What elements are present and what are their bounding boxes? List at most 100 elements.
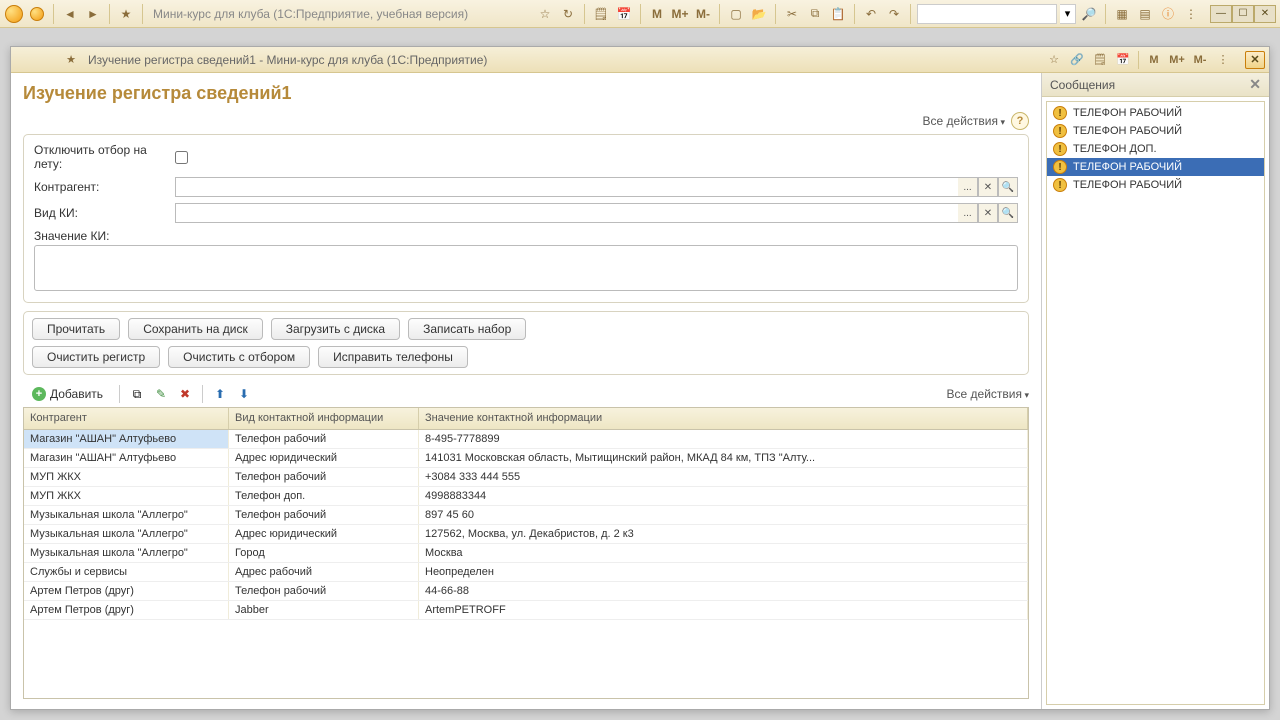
cut-icon[interactable]: ✂ bbox=[782, 4, 802, 24]
m-button[interactable]: M bbox=[647, 4, 667, 24]
windows-icon[interactable]: ▦ bbox=[1112, 4, 1132, 24]
cell: Телефон доп. bbox=[229, 487, 419, 505]
close-messages-icon[interactable]: ✕ bbox=[1249, 76, 1261, 93]
dropdown-icon[interactable] bbox=[27, 4, 47, 24]
new-doc-icon[interactable]: ▢ bbox=[726, 4, 746, 24]
all-actions-dropdown[interactable]: Все действия bbox=[923, 114, 1006, 128]
table-row[interactable]: Артем Петров (друг)Телефон рабочий44-66-… bbox=[24, 582, 1028, 601]
inner-window-title: Изучение регистра сведений1 - Мини-курс … bbox=[88, 53, 487, 67]
copy-row-icon[interactable]: ⧉ bbox=[127, 384, 147, 404]
calc-icon[interactable]: 🗒 bbox=[591, 4, 611, 24]
link-icon[interactable]: 🔗 bbox=[1067, 50, 1087, 70]
counterparty-input[interactable] bbox=[175, 177, 958, 197]
minimize-button[interactable]: — bbox=[1210, 5, 1232, 23]
clear-filter-button[interactable]: Очистить с отбором bbox=[168, 346, 310, 368]
col-ki-type[interactable]: Вид контактной информации bbox=[229, 408, 419, 429]
table-row[interactable]: Артем Петров (друг)JabberArtemPETROFF bbox=[24, 601, 1028, 620]
message-item[interactable]: !ТЕЛЕФОН РАБОЧИЙ bbox=[1047, 122, 1264, 140]
calc-icon[interactable]: 🗒 bbox=[1090, 50, 1110, 70]
col-counterparty[interactable]: Контрагент bbox=[24, 408, 229, 429]
menu-icon[interactable]: ⋮ bbox=[1213, 50, 1233, 70]
move-up-icon[interactable]: ⬆ bbox=[210, 384, 230, 404]
page-title: Изучение регистра сведений1 bbox=[23, 83, 1029, 104]
history-icon[interactable]: ↻ bbox=[558, 4, 578, 24]
search-dropdown-icon[interactable]: ▾ bbox=[1060, 4, 1076, 24]
clear-register-button[interactable]: Очистить регистр bbox=[32, 346, 160, 368]
search-go-icon[interactable]: 🔎 bbox=[1079, 4, 1099, 24]
folder-icon[interactable]: 📂 bbox=[749, 4, 769, 24]
write-set-button[interactable]: Записать набор bbox=[408, 318, 526, 340]
panels-icon[interactable]: ▤ bbox=[1135, 4, 1155, 24]
data-grid: Контрагент Вид контактной информации Зна… bbox=[23, 407, 1029, 699]
close-window-button[interactable]: ✕ bbox=[1245, 51, 1265, 69]
favorite-icon[interactable]: ★ bbox=[61, 50, 81, 70]
undo-icon[interactable]: ↶ bbox=[861, 4, 881, 24]
cell: Адрес юридический bbox=[229, 525, 419, 543]
edit-row-icon[interactable]: ✎ bbox=[151, 384, 171, 404]
move-down-icon[interactable]: ⬇ bbox=[234, 384, 254, 404]
message-item[interactable]: !ТЕЛЕФОН РАБОЧИЙ bbox=[1047, 176, 1264, 194]
grid-body[interactable]: Магазин "АШАН" АлтуфьевоТелефон рабочий8… bbox=[24, 430, 1028, 698]
m-button[interactable]: M bbox=[1144, 50, 1164, 70]
inner-window: ★ Изучение регистра сведений1 - Мини-кур… bbox=[10, 46, 1270, 710]
table-row[interactable]: Магазин "АШАН" АлтуфьевоТелефон рабочий8… bbox=[24, 430, 1028, 449]
lookup-icon[interactable]: 🔍 bbox=[998, 177, 1018, 197]
star-icon[interactable]: ☆ bbox=[1044, 50, 1064, 70]
favorite-icon[interactable]: ★ bbox=[116, 4, 136, 24]
app-logo-icon[interactable] bbox=[4, 4, 24, 24]
search-input[interactable] bbox=[917, 4, 1057, 24]
help-icon[interactable]: ? bbox=[1011, 112, 1029, 130]
messages-body[interactable]: !ТЕЛЕФОН РАБОЧИЙ!ТЕЛЕФОН РАБОЧИЙ!ТЕЛЕФОН… bbox=[1046, 101, 1265, 705]
redo-icon[interactable]: ↷ bbox=[884, 4, 904, 24]
table-row[interactable]: Музыкальная школа "Аллегро"Телефон рабоч… bbox=[24, 506, 1028, 525]
save-disk-button[interactable]: Сохранить на диск bbox=[128, 318, 263, 340]
table-row[interactable]: МУП ЖКХТелефон доп.4998883344 bbox=[24, 487, 1028, 506]
disable-onfly-checkbox[interactable] bbox=[175, 151, 188, 164]
add-button[interactable]: + Добавить bbox=[23, 383, 112, 405]
menu-icon[interactable]: ⋮ bbox=[1181, 4, 1201, 24]
read-button[interactable]: Прочитать bbox=[32, 318, 120, 340]
m-minus-button[interactable]: M- bbox=[693, 4, 713, 24]
calendar-icon[interactable]: 📅 bbox=[1113, 50, 1133, 70]
table-row[interactable]: Магазин "АШАН" АлтуфьевоАдрес юридически… bbox=[24, 449, 1028, 468]
table-row[interactable]: Музыкальная школа "Аллегро"Адрес юридиче… bbox=[24, 525, 1028, 544]
message-item[interactable]: !ТЕЛЕФОН РАБОЧИЙ bbox=[1047, 104, 1264, 122]
table-row[interactable]: Службы и сервисыАдрес рабочийНеопределен bbox=[24, 563, 1028, 582]
select-button[interactable]: ... bbox=[958, 203, 978, 223]
col-ki-value[interactable]: Значение контактной информации bbox=[419, 408, 1028, 429]
ki-type-input[interactable] bbox=[175, 203, 958, 223]
grid-header: Контрагент Вид контактной информации Зна… bbox=[24, 408, 1028, 430]
delete-row-icon[interactable]: ✖ bbox=[175, 384, 195, 404]
m-minus-button[interactable]: M- bbox=[1190, 50, 1210, 70]
m-plus-button[interactable]: M+ bbox=[1167, 50, 1187, 70]
forward-icon[interactable]: ► bbox=[83, 4, 103, 24]
grid-all-actions-dropdown[interactable]: Все действия bbox=[947, 387, 1030, 401]
message-item[interactable]: !ТЕЛЕФОН ДОП. bbox=[1047, 140, 1264, 158]
message-item[interactable]: !ТЕЛЕФОН РАБОЧИЙ bbox=[1047, 158, 1264, 176]
clear-button[interactable]: ✕ bbox=[978, 203, 998, 223]
m-plus-button[interactable]: M+ bbox=[670, 4, 690, 24]
paste-icon[interactable]: 📋 bbox=[828, 4, 848, 24]
clear-button[interactable]: ✕ bbox=[978, 177, 998, 197]
table-row[interactable]: Музыкальная школа "Аллегро"ГородМосква bbox=[24, 544, 1028, 563]
lookup-icon[interactable]: 🔍 bbox=[998, 203, 1018, 223]
calendar-icon[interactable]: 📅 bbox=[614, 4, 634, 24]
cell: Магазин "АШАН" Алтуфьево bbox=[24, 430, 229, 448]
maximize-button[interactable]: ☐ bbox=[1232, 5, 1254, 23]
info-icon[interactable]: ⓘ bbox=[1158, 4, 1178, 24]
warning-icon: ! bbox=[1053, 106, 1067, 120]
back-icon[interactable]: ◄ bbox=[60, 4, 80, 24]
select-button[interactable]: ... bbox=[958, 177, 978, 197]
fix-phones-button[interactable]: Исправить телефоны bbox=[318, 346, 468, 368]
close-app-button[interactable]: ✕ bbox=[1254, 5, 1276, 23]
filter-box: Отключить отбор на лету: Контрагент: ...… bbox=[23, 134, 1029, 303]
star-icon[interactable]: ☆ bbox=[535, 4, 555, 24]
dropdown-icon[interactable] bbox=[38, 50, 58, 70]
load-disk-button[interactable]: Загрузить с диска bbox=[271, 318, 400, 340]
copy-icon[interactable]: ⧉ bbox=[805, 4, 825, 24]
table-row[interactable]: МУП ЖКХТелефон рабочий+3084 333 444 555 bbox=[24, 468, 1028, 487]
app-logo-icon[interactable] bbox=[15, 50, 35, 70]
cell: Адрес рабочий bbox=[229, 563, 419, 581]
ki-value-textarea[interactable] bbox=[34, 245, 1018, 291]
inner-titlebar: ★ Изучение регистра сведений1 - Мини-кур… bbox=[11, 47, 1269, 73]
